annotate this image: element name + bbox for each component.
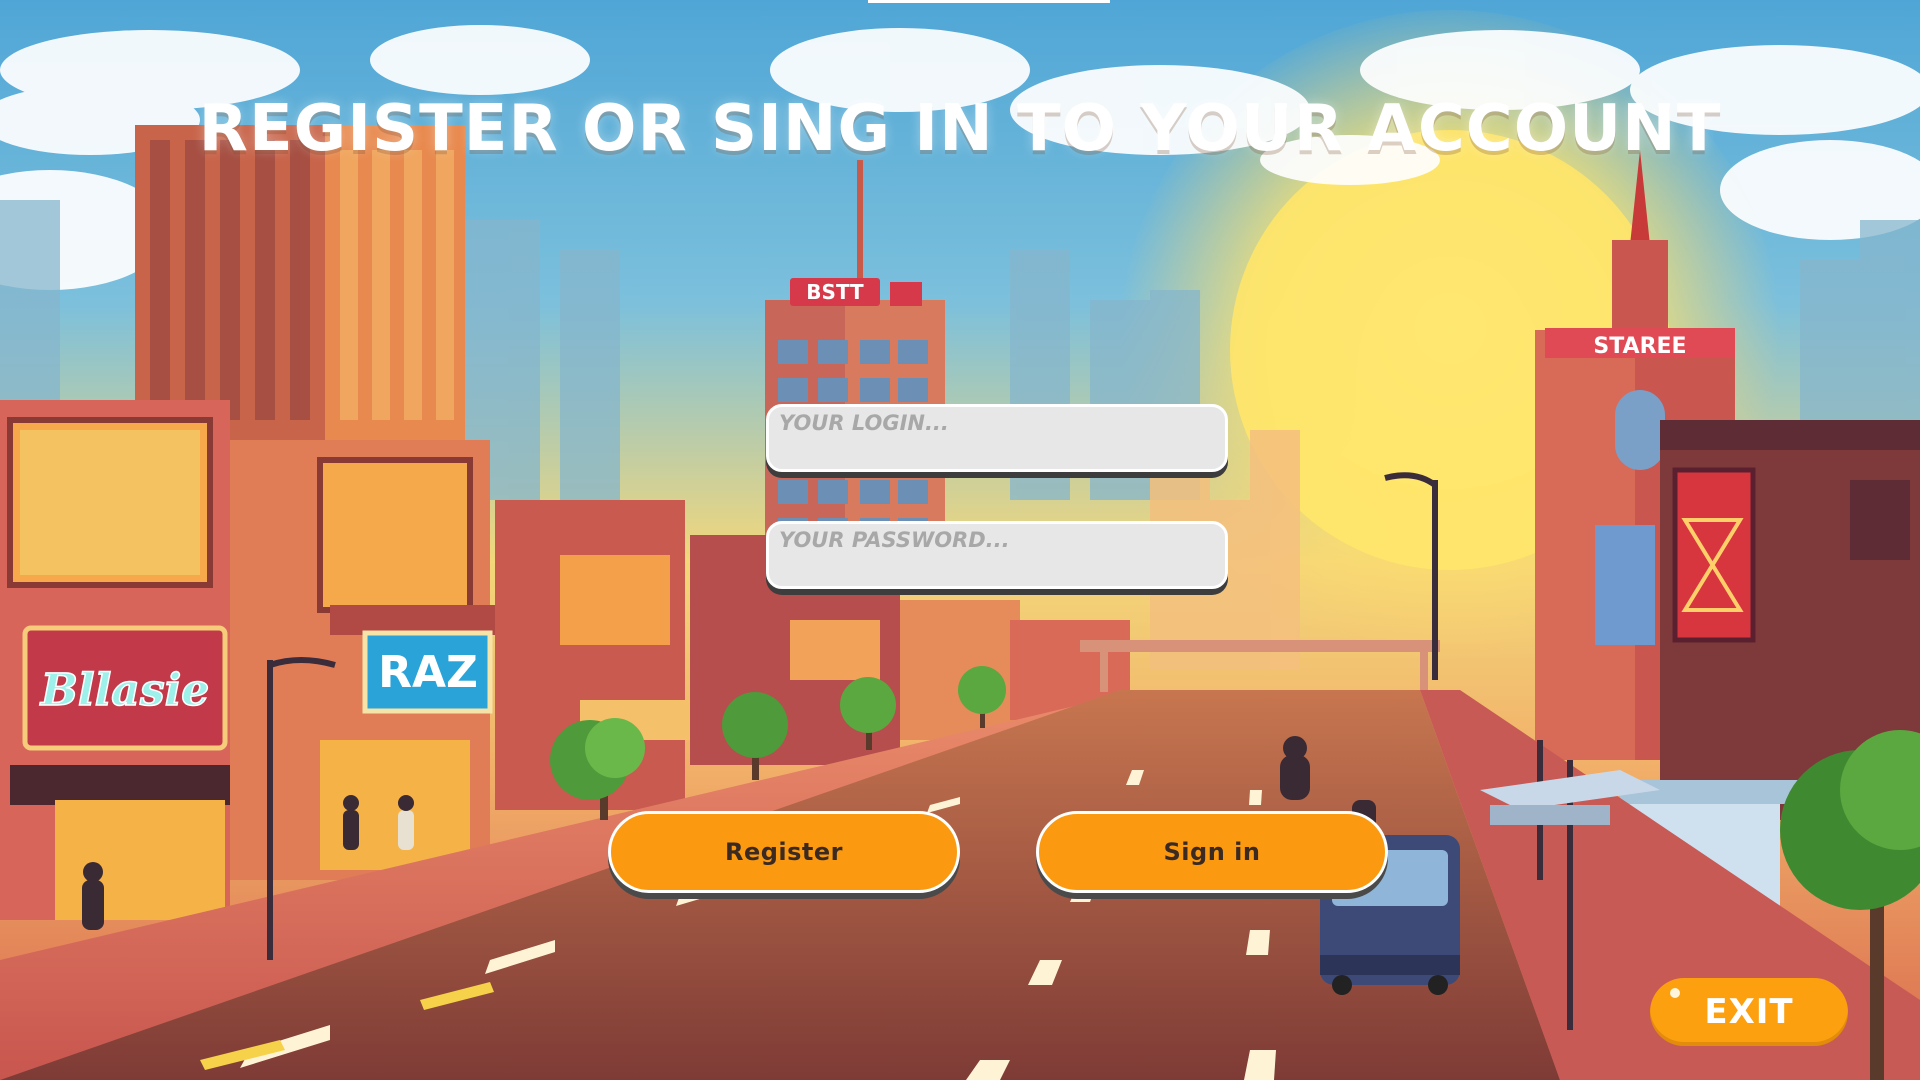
exit-button-label: EXIT [1704, 992, 1794, 1032]
exit-button[interactable]: EXIT [1650, 978, 1848, 1046]
game-screen: BSTT STAREE Bllasie RAZ REGISTER OR SING… [0, 0, 1920, 1080]
left-shop-buildings: Bllasie RAZ [0, 400, 495, 920]
password-field [766, 521, 1228, 589]
password-input[interactable] [769, 524, 1225, 586]
sign-in-button[interactable]: Sign in [1036, 811, 1388, 893]
top-tab-indicator [868, 0, 1110, 3]
raz-sign: RAZ [378, 647, 478, 698]
center-tower: BSTT [765, 160, 945, 560]
left-tall-tower [135, 125, 465, 445]
button-shine [1670, 988, 1680, 998]
login-input[interactable] [769, 407, 1225, 469]
sign-in-button-label: Sign in [1163, 838, 1261, 866]
register-button-label: Register [724, 838, 844, 866]
register-button[interactable]: Register [608, 811, 960, 893]
staree-sign: STAREE [1593, 334, 1686, 359]
login-field [766, 404, 1228, 472]
bllasie-sign: Bllasie [39, 665, 210, 716]
page-title: Register or sing in to your account [198, 92, 1722, 166]
tower-sign: BSTT [806, 280, 864, 304]
